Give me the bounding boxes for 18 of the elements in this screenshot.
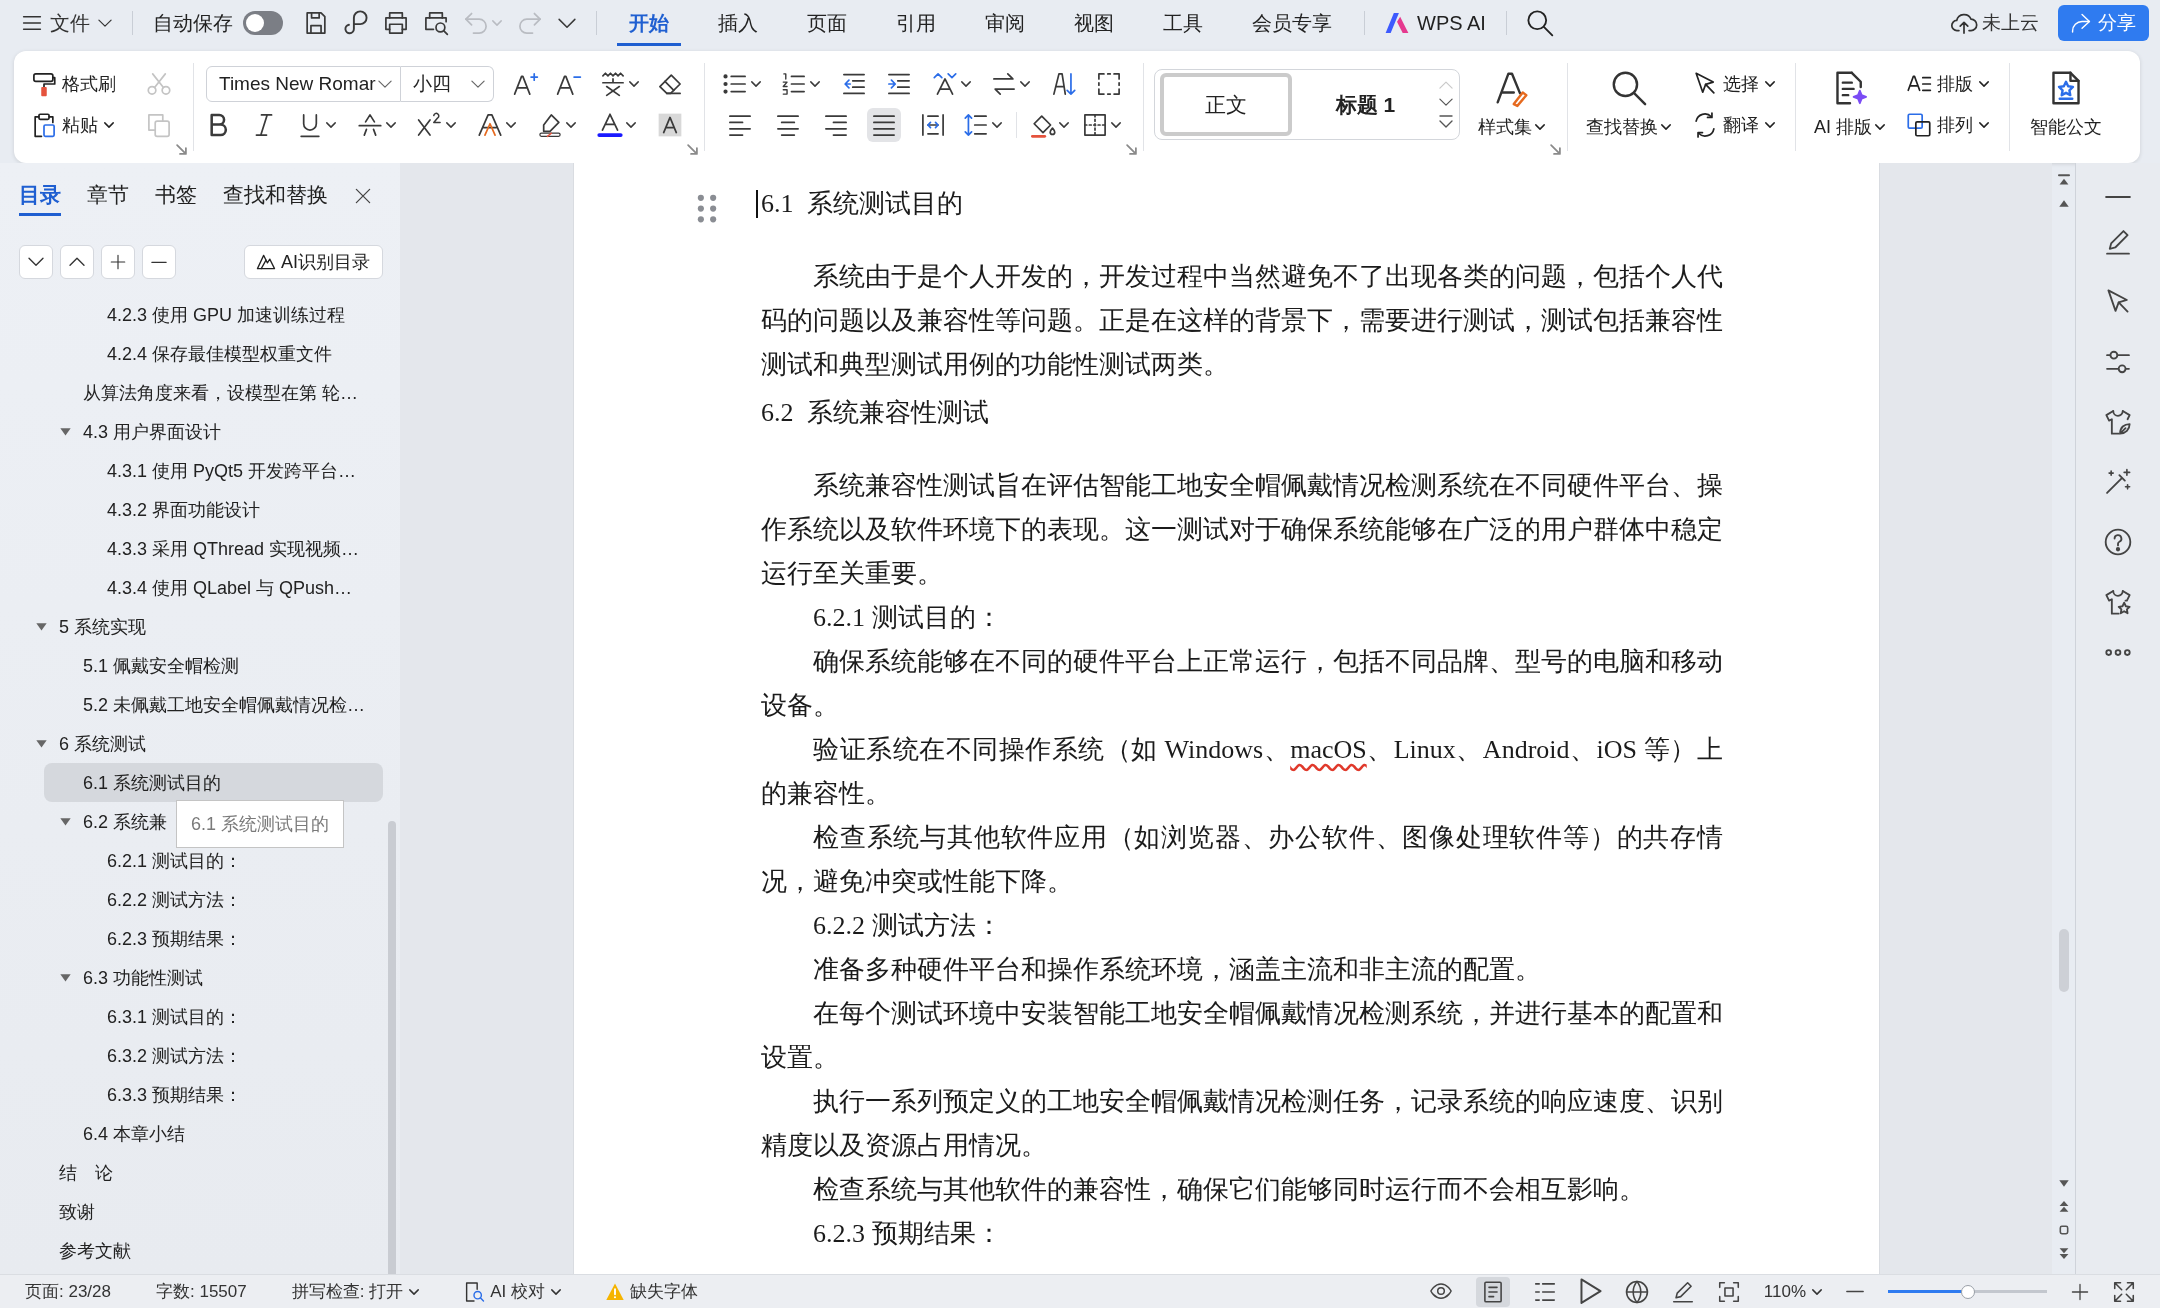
- word-count: 字数: 15507: [156, 1281, 247, 1303]
- paragraph: 系统由于是个人开发的，开发过程中当然避免不了出现各类的问题，包括个人代码的问题以及兼容性等问题。正是在这样的背景下，需要进行测试，测试包括兼容性测试和典型测试用例的功能性测试两类。: [761, 261, 1723, 381]
- paragraph: 准备多种硬件平台和操作系统环境，涵盖主流和非主流的配置。: [812, 954, 1542, 986]
- paragraph: 验证系统在不同操作系统（如 Windows、macOS、Linux、Android、iOS 等）上的兼容性。: [761, 734, 1723, 810]
- paragraph: 检查系统与其他软件应用（如浏览器、办公软件、图像处理软件等）的共存情况，避免冲突或性能下降。: [761, 822, 1723, 898]
- paragraph: 确保系统能够在不同的硬件平台上正常运行，包括不同品牌、型号的电脑和移动设备。: [761, 646, 1723, 722]
- paragraph: 系统兼容性测试旨在评估智能工地安全帽佩戴情况检测系统在不同硬件平台、操作系统以及软件环境下的表现。这一测试对于确保系统能够在广泛的用户群体中稳定运行至关重要。: [761, 470, 1723, 590]
- paragraph: 检查系统与其他软件的兼容性，确保它们能够同时运行而不会相互影响。: [812, 1174, 1646, 1206]
- section-heading: 6.2 系统兼容性测试: [761, 397, 989, 429]
- paragraph: 执行一系列预定义的工地安全帽佩戴情况检测任务，记录系统的响应速度、识别精度以及资源占用情况。: [761, 1086, 1723, 1162]
- subsection-heading: 6.2.3 预期结果：: [813, 1218, 1002, 1250]
- page-indicator: 页面: 23/28: [25, 1281, 111, 1303]
- subsection-heading: 6.2.2 测试方法：: [813, 910, 1002, 942]
- subsection-heading: 6.2.1 测试目的：: [813, 602, 1002, 634]
- tooltip: 6.1 系统测试目的: [176, 800, 345, 848]
- autosave-label: 自动保存: [153, 10, 233, 36]
- section-heading: 6.1 系统测试目的: [761, 188, 963, 220]
- paragraph: 在每个测试环境中安装智能工地安全帽佩戴情况检测系统，并进行基本的配置和设置。: [761, 998, 1723, 1074]
